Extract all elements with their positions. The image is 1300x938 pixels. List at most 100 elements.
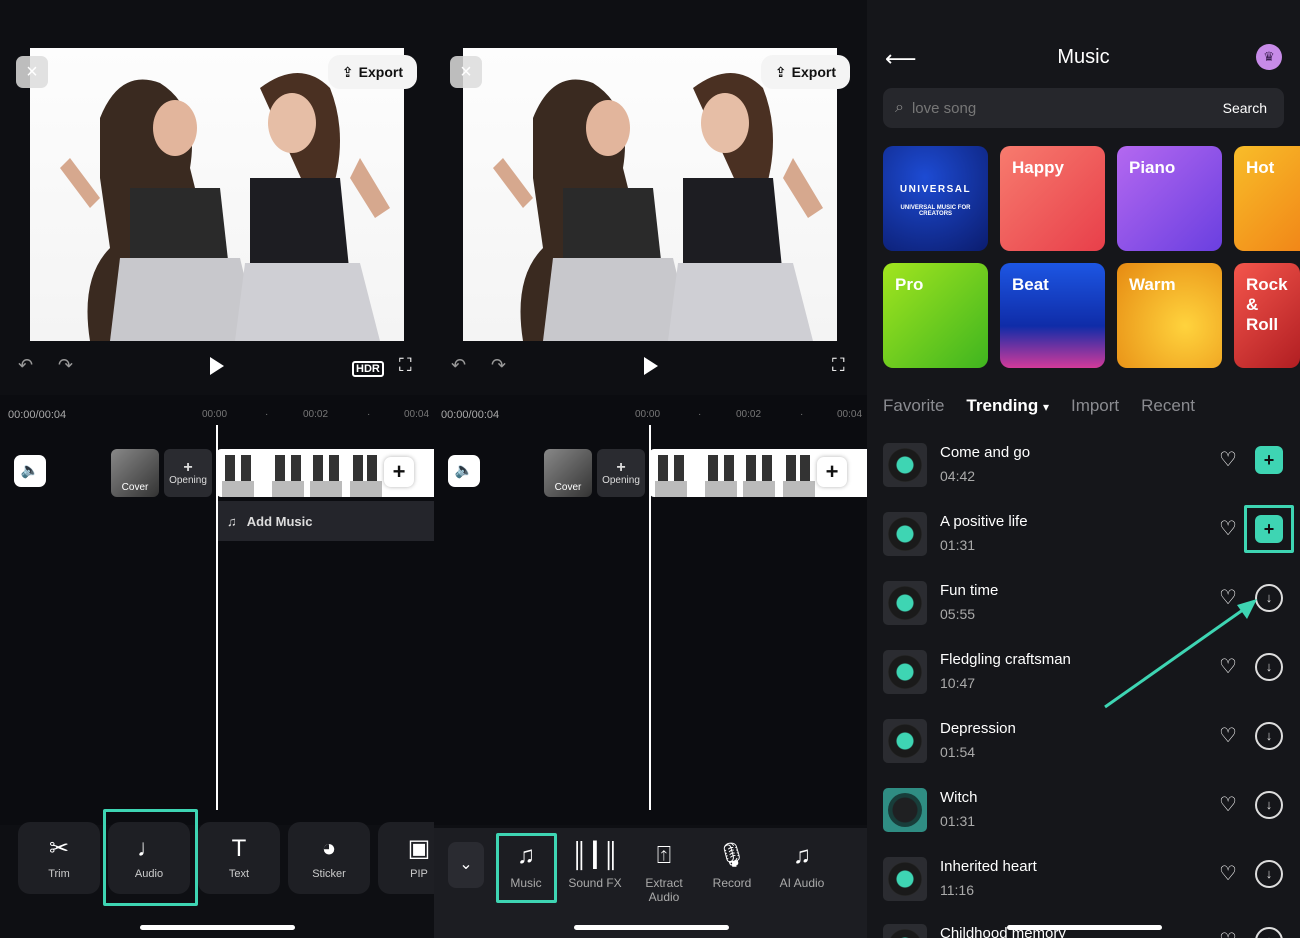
- fullscreen-icon[interactable]: ⛶: [832, 355, 845, 376]
- download-icon[interactable]: ↓: [1255, 927, 1283, 938]
- ai-audio-label: AI Audio: [779, 876, 825, 890]
- music-header: ⟵ Music ♛: [867, 40, 1300, 76]
- redo-icon[interactable]: ↷: [491, 355, 506, 376]
- cover-button[interactable]: Cover: [544, 449, 592, 497]
- extract-audio-tool[interactable]: ⍐ Extract Audio: [636, 842, 692, 905]
- chevron-down-icon[interactable]: ⌄: [448, 842, 484, 888]
- category-hot[interactable]: Hot: [1234, 146, 1300, 251]
- search-button[interactable]: Search: [1223, 100, 1267, 116]
- mute-icon[interactable]: 🔈: [14, 455, 46, 487]
- mute-icon[interactable]: 🔈: [448, 455, 480, 487]
- record-tool[interactable]: 🎙 Record: [704, 842, 760, 891]
- opening-button[interactable]: + Opening: [597, 449, 645, 497]
- ai-audio-tool[interactable]: ♫ AI Audio: [772, 844, 832, 891]
- list-item[interactable]: Depression 01:54 ♡ ↓: [883, 713, 1293, 773]
- time-mark: 00:04: [404, 409, 430, 420]
- sticker-icon: ◕: [321, 835, 337, 862]
- export-button[interactable]: ⇪ Export: [327, 55, 417, 89]
- video-clip-strip[interactable]: +: [217, 449, 434, 497]
- vinyl-icon: [883, 857, 927, 901]
- playhead[interactable]: [216, 425, 218, 810]
- search-bar: ⌕ Search: [883, 88, 1284, 128]
- tab-trending[interactable]: Trending ▾: [966, 396, 1049, 416]
- download-icon[interactable]: ↓: [1255, 860, 1283, 888]
- search-input[interactable]: [911, 99, 1202, 117]
- add-song-button[interactable]: +: [1255, 446, 1283, 474]
- list-item[interactable]: Witch 01:31 ♡ ↓: [883, 782, 1293, 842]
- export-label: Export: [358, 64, 403, 80]
- category-piano[interactable]: Piano: [1117, 146, 1222, 251]
- tab-favorite[interactable]: Favorite: [883, 396, 944, 416]
- editor-panel-audio: × ⇪ Export ↶ ↷ HDR ⛶ 00:00/00:04 00:00 ·…: [0, 0, 434, 938]
- add-music-button[interactable]: ♫ Add Music: [217, 501, 434, 541]
- record-label: Record: [712, 876, 752, 890]
- list-item[interactable]: Come and go 04:42 ♡ +: [883, 437, 1293, 497]
- music-highlight-box: [496, 833, 557, 903]
- redo-icon[interactable]: ↷: [58, 355, 73, 376]
- cover-button[interactable]: Cover: [111, 449, 159, 497]
- microphone-icon: 🎙: [716, 842, 748, 869]
- play-icon[interactable]: [644, 357, 658, 375]
- add-clip-button[interactable]: +: [817, 457, 847, 487]
- heart-icon[interactable]: ♡: [1219, 792, 1237, 817]
- song-title: Witch: [940, 789, 978, 806]
- playhead[interactable]: [649, 425, 651, 810]
- export-label: Export: [791, 64, 836, 80]
- download-icon[interactable]: ↓: [1255, 722, 1283, 750]
- song-duration: 05:55: [940, 606, 976, 622]
- export-button[interactable]: ⇪ Export: [760, 55, 850, 89]
- heart-icon[interactable]: ♡: [1219, 516, 1237, 541]
- list-item[interactable]: A positive life 01:31 ♡ +: [883, 506, 1293, 566]
- tab-recent[interactable]: Recent: [1141, 396, 1195, 416]
- fullscreen-icon[interactable]: ⛶: [399, 355, 412, 376]
- list-item[interactable]: Inherited heart 11:16 ♡ ↓: [883, 851, 1293, 911]
- sound-fx-tool[interactable]: ║┃║ Sound FX: [564, 842, 626, 891]
- opening-button[interactable]: + Opening: [164, 449, 212, 497]
- category-universal[interactable]: UNIVERSAL UNIVERSAL MUSIC FOR CREATORS: [883, 146, 988, 251]
- text-label: Text: [228, 868, 250, 880]
- category-beat[interactable]: Beat: [1000, 263, 1105, 368]
- song-duration: 11:16: [940, 882, 974, 898]
- text-tool[interactable]: T Text: [198, 822, 280, 894]
- heart-icon[interactable]: ♡: [1219, 447, 1237, 472]
- crown-icon[interactable]: ♛: [1256, 44, 1282, 70]
- waveform-icon: ║┃║: [570, 842, 620, 869]
- sticker-tool[interactable]: ◕ Sticker: [288, 822, 370, 894]
- heart-icon[interactable]: ♡: [1219, 861, 1237, 886]
- heart-icon[interactable]: ♡: [1219, 928, 1237, 938]
- category-happy[interactable]: Happy: [1000, 146, 1105, 251]
- song-title: Come and go: [940, 444, 1031, 461]
- close-button[interactable]: ×: [450, 56, 482, 88]
- song-duration: 01:31: [940, 813, 976, 829]
- category-rock-and-roll[interactable]: Rock & Roll: [1234, 263, 1300, 368]
- category-sublabel: UNIVERSAL MUSIC FOR CREATORS: [900, 205, 971, 217]
- undo-icon[interactable]: ↶: [451, 355, 466, 376]
- song-duration: 04:42: [940, 468, 976, 484]
- video-clip-strip[interactable]: +: [650, 449, 867, 497]
- cover-label: Cover: [121, 482, 149, 493]
- extract-audio-icon: ⍐: [656, 842, 672, 869]
- add-clip-button[interactable]: +: [384, 457, 414, 487]
- category-pro[interactable]: Pro: [883, 263, 988, 368]
- trim-label: Trim: [48, 868, 70, 880]
- trim-tool[interactable]: ✂ Trim: [18, 822, 100, 894]
- tab-import[interactable]: Import: [1071, 396, 1119, 416]
- upload-icon: ⇪: [341, 63, 354, 80]
- time-mark: 00:02: [736, 409, 762, 420]
- song-title: Depression: [940, 720, 1016, 737]
- opening-label: Opening: [169, 474, 207, 486]
- timeline: 00:00/00:04 00:00 · 00:02 · 00:04 🔈 Cove…: [0, 395, 434, 825]
- play-icon[interactable]: [210, 357, 224, 375]
- close-button[interactable]: ×: [16, 56, 48, 88]
- category-warm[interactable]: Warm: [1117, 263, 1222, 368]
- vinyl-icon: [883, 924, 927, 938]
- undo-icon[interactable]: ↶: [18, 355, 33, 376]
- hdr-icon[interactable]: HDR: [352, 361, 384, 377]
- pip-tool[interactable]: ▣ PIP: [378, 822, 434, 894]
- download-icon[interactable]: ↓: [1255, 791, 1283, 819]
- home-indicator: [574, 925, 729, 930]
- page-title: Music: [1057, 46, 1110, 68]
- heart-icon[interactable]: ♡: [1219, 723, 1237, 748]
- sticker-label: Sticker: [312, 868, 346, 880]
- time-mark: 00:04: [837, 409, 863, 420]
